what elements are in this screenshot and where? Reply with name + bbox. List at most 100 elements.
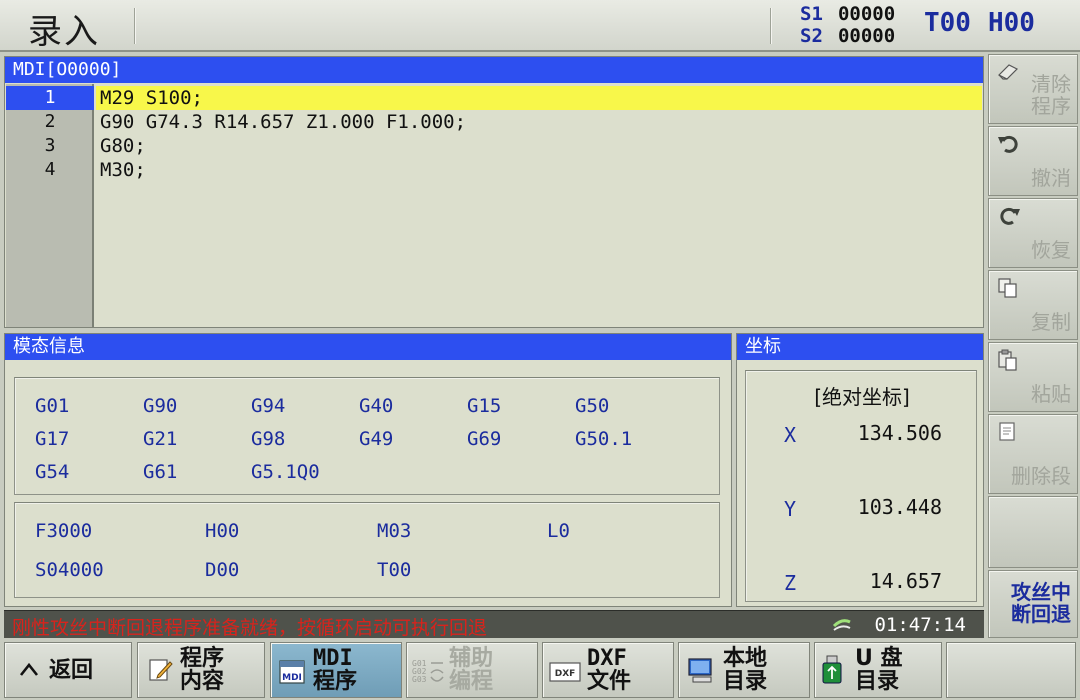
svg-text:G03: G03 <box>412 675 427 684</box>
mode-title: 录入 <box>28 12 100 52</box>
aux-programming-button[interactable]: G01 G02 G03 辅助 编程 <box>406 642 538 698</box>
modal-param: F3000 <box>35 520 93 542</box>
eraser-icon <box>997 61 1019 83</box>
redo-label: 恢复 <box>1031 238 1071 262</box>
modal-gcode: G17 <box>35 428 70 450</box>
program-content-button[interactable]: 程序 内容 <box>137 642 265 698</box>
program-line[interactable]: G90 G74.3 R14.657 Z1.000 F1.000; <box>96 110 982 134</box>
edit-document-icon <box>148 657 174 683</box>
clear-program-label: 清除 程序 <box>1031 72 1071 118</box>
coordinate-box: [绝对坐标] X 134.506 Y 103.448 Z 14.657 <box>745 370 977 602</box>
program-line[interactable]: M30; <box>96 158 982 182</box>
modal-gcode: G50.1 <box>575 428 633 450</box>
modal-gcode: G5.1Q0 <box>251 461 320 483</box>
u-disk-directory-button[interactable]: U 盘 目录 <box>814 642 942 698</box>
copy-icon <box>997 277 1019 299</box>
tap-retract-button[interactable]: 攻丝中 断回退 <box>988 570 1078 638</box>
s2-label: S2 <box>800 25 823 47</box>
redo-button[interactable]: 恢复 <box>988 198 1078 268</box>
y-axis-label: Y <box>784 497 797 521</box>
delete-block-button[interactable]: 删除段 <box>988 414 1078 494</box>
local-directory-button[interactable]: 本地 目录 <box>678 642 810 698</box>
spindle-2-readout: S2 00000 <box>800 25 895 47</box>
modal-gcode: G01 <box>35 395 70 417</box>
dxf-file-label-1: DXF <box>587 646 627 671</box>
computer-icon <box>687 657 713 683</box>
delete-block-icon <box>997 421 1019 443</box>
s1-label: S1 <box>800 3 823 25</box>
alarm-message: 刚性攻丝中断回退程序准备就绪，按循环启动可执行回退 <box>12 617 488 639</box>
paste-label: 粘贴 <box>1031 382 1071 406</box>
tap-retract-label: 攻丝中 断回退 <box>1011 580 1071 626</box>
mdi-icon: MDI <box>279 659 305 685</box>
modal-gcode: G15 <box>467 395 502 417</box>
modal-param: L0 <box>547 520 570 542</box>
line-number: 3 <box>44 135 56 156</box>
modal-param: S04000 <box>35 559 104 581</box>
modal-param: H00 <box>205 520 240 542</box>
modal-gcode: G40 <box>359 395 394 417</box>
dxf-file-label-2: 文件 <box>587 669 632 694</box>
copy-label: 复制 <box>1031 310 1071 334</box>
line-number: 4 <box>44 159 56 180</box>
program-line[interactable]: G80; <box>96 134 982 158</box>
modal-gcode: G94 <box>251 395 286 417</box>
aux-programming-label-1: 辅助 <box>449 646 494 671</box>
modal-param: T00 <box>377 559 412 581</box>
status-bar: 刚性攻丝中断回退程序准备就绪，按循环启动可执行回退 01:47:14 <box>4 610 984 639</box>
modal-gcode: G98 <box>251 428 286 450</box>
u-disk-label-1: U 盘 <box>855 646 903 671</box>
modal-param: M03 <box>377 520 412 542</box>
h-offset: H00 <box>988 8 1035 38</box>
modal-gcode: G69 <box>467 428 502 450</box>
undo-icon <box>997 133 1019 155</box>
svg-text:DXF: DXF <box>555 669 576 679</box>
modal-param: D00 <box>205 559 240 581</box>
program-content-label-2: 内容 <box>180 669 225 694</box>
blank-bottom-key[interactable] <box>946 642 1076 698</box>
dxf-file-icon: DXF <box>549 659 581 685</box>
mdi-program-button[interactable]: MDI MDI 程序 <box>270 642 402 698</box>
dxf-file-button[interactable]: DXF DXF 文件 <box>542 642 674 698</box>
line-number: 1 <box>6 86 94 110</box>
u-disk-label-2: 目录 <box>855 669 900 694</box>
z-axis-value: 14.657 <box>869 569 942 593</box>
z-axis-label: Z <box>784 571 797 595</box>
coordinate-title: 坐标 <box>737 334 983 360</box>
clear-program-button[interactable]: 清除 程序 <box>988 54 1078 124</box>
coordinate-mode: [绝对坐标] <box>814 385 910 409</box>
y-axis-value: 103.448 <box>857 495 942 519</box>
chevron-up-icon <box>19 660 39 682</box>
line-number: 2 <box>44 111 56 132</box>
undo-button[interactable]: 撤消 <box>988 126 1078 196</box>
back-button[interactable]: 返回 <box>4 642 132 698</box>
s2-value: 00000 <box>837 25 896 47</box>
program-content-label-1: 程序 <box>180 646 225 671</box>
svg-text:MDI: MDI <box>282 673 302 683</box>
copy-button[interactable]: 复制 <box>988 270 1078 340</box>
delete-block-label: 删除段 <box>1011 464 1071 488</box>
clock-icon <box>832 616 852 638</box>
paste-button[interactable]: 粘贴 <box>988 342 1078 412</box>
spindle-1-readout: S1 00000 <box>800 3 895 25</box>
program-title: MDI[O0000] <box>5 57 983 83</box>
program-line[interactable]: M29 S100; <box>96 86 982 110</box>
mdi-program-label-2: 程序 <box>313 669 358 694</box>
usb-drive-icon <box>821 655 847 684</box>
modal-gcode: G54 <box>35 461 70 483</box>
blank-soft-key[interactable] <box>988 496 1078 568</box>
modal-params-box: F3000 H00 M03 L0 S04000 D00 T00 <box>14 502 720 598</box>
aux-programming-label-2: 编程 <box>449 669 494 694</box>
tool-number: T00 <box>924 8 971 38</box>
coordinate-panel: 坐标 [绝对坐标] X 134.506 Y 103.448 Z 14.657 <box>736 333 984 607</box>
header-divider <box>134 8 136 44</box>
s1-value: 00000 <box>837 3 896 25</box>
modal-info-panel: 模态信息 G01 G90 G94 G40 G15 G50 G17 G21 G98… <box>4 333 732 607</box>
modal-gcode: G90 <box>143 395 178 417</box>
modal-gcode: G49 <box>359 428 394 450</box>
x-axis-label: X <box>784 423 797 447</box>
line-number-gutter: 1 2 3 4 <box>6 84 94 327</box>
redo-icon <box>997 205 1020 227</box>
header-divider <box>770 8 772 44</box>
back-label: 返回 <box>49 658 94 683</box>
